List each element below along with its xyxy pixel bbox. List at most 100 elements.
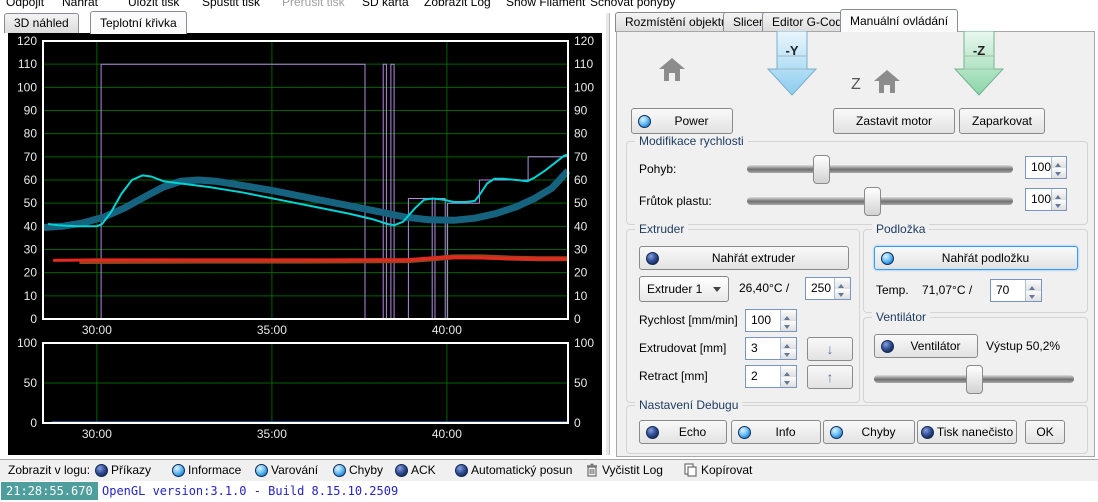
extruder-speed-value: 100	[746, 310, 780, 331]
spin-up-icon[interactable]	[781, 338, 796, 349]
power-led-icon	[638, 115, 651, 128]
stop-motor-button[interactable]: Zastavit motor	[833, 108, 955, 134]
svg-text:110: 110	[18, 57, 37, 71]
bed-group: Podložka Nahřát podložku Temp. 71,07°C /…	[863, 229, 1088, 313]
trash-icon	[586, 463, 598, 477]
spin-up-icon[interactable]	[1052, 189, 1066, 200]
spin-down-icon[interactable]	[781, 377, 796, 388]
spin-down-icon[interactable]	[1052, 168, 1066, 179]
flow-slider[interactable]	[747, 186, 1013, 216]
panel-splitter[interactable]	[606, 13, 610, 455]
log-toggle-autoscroll[interactable]: Automatický posun	[455, 463, 572, 477]
move-z-minus-arrow[interactable]	[953, 31, 1005, 97]
log-toggle-commands[interactable]: Příkazy	[95, 463, 151, 477]
power-button[interactable]: Power	[631, 108, 733, 134]
fan-slider[interactable]	[874, 364, 1074, 394]
debug-group: Nastavení Debugu Echo Info Chyby Tisk na…	[626, 405, 1088, 454]
menu-item-run-job[interactable]: Spustit tisk	[202, 0, 260, 9]
spin-up-icon[interactable]	[1026, 280, 1041, 291]
debug-group-title: Nastavení Debugu	[635, 398, 742, 412]
spin-up-icon[interactable]	[781, 310, 796, 321]
autoscroll-label: Automatický posun	[471, 463, 572, 477]
debug-errors-button[interactable]: Chyby	[823, 420, 915, 444]
extrude-amount-spinner[interactable]: 3	[745, 337, 797, 360]
debug-echo-button[interactable]: Echo	[639, 420, 727, 444]
autoscroll-led-icon	[455, 464, 468, 477]
heat-extruder-label: Nahřát extruder	[659, 251, 848, 265]
spin-up-icon[interactable]	[781, 366, 796, 377]
chevron-down-icon	[713, 287, 721, 296]
move-speed-label: Pohyb:	[639, 162, 676, 176]
svg-text:70: 70	[24, 150, 38, 164]
menu-item-load[interactable]: Nahrát	[62, 0, 98, 9]
svg-text:120: 120	[17, 34, 37, 48]
bed-temp-label: Temp.	[876, 283, 909, 297]
debug-ok-button[interactable]: OK	[1025, 420, 1065, 444]
svg-text:35:00: 35:00	[257, 427, 287, 441]
extrude-button[interactable]: ↓	[807, 337, 853, 361]
retract-amount-spinner[interactable]: 2	[745, 365, 797, 388]
clear-log-button[interactable]: Vyčistit Log	[586, 463, 663, 477]
svg-text:50: 50	[24, 376, 38, 390]
svg-text:0: 0	[574, 416, 581, 430]
move-speed-spinner[interactable]: 100	[1025, 156, 1067, 179]
menu-item-save-job[interactable]: Uložit tisk	[128, 0, 179, 9]
flow-value: 100	[1026, 189, 1051, 210]
extruder-current-temp: 26,40°C /	[739, 281, 789, 295]
retract-button[interactable]: ↑	[807, 365, 853, 389]
svg-text:100: 100	[17, 336, 37, 350]
move-speed-slider[interactable]	[747, 154, 1013, 184]
debug-errors-label: Chyby	[843, 425, 914, 439]
tab-3d-view[interactable]: 3D náhled	[4, 13, 79, 33]
extrude-label: Extrudovat [mm]	[639, 341, 726, 355]
echo-led-icon	[646, 426, 659, 439]
spin-down-icon[interactable]	[835, 289, 850, 300]
fan-button-label: Ventilátor	[894, 339, 977, 353]
menu-item-sd-card[interactable]: SD karta	[362, 0, 409, 9]
flow-spinner[interactable]: 100	[1025, 188, 1067, 211]
tab-temperature-curve[interactable]: Teplotní křivka	[90, 11, 187, 34]
fan-led-icon	[881, 340, 894, 353]
svg-text:40:00: 40:00	[432, 323, 462, 337]
menu-item-disconnect[interactable]: Odpojit	[6, 0, 44, 9]
flow-slider-thumb[interactable]	[864, 187, 881, 216]
spin-down-icon[interactable]	[781, 321, 796, 332]
menu-item-hide-travel[interactable]: Schovat pohyby	[590, 0, 675, 9]
tab-manual-control[interactable]: Manuální ovládání	[840, 9, 958, 32]
debug-dry-run-button[interactable]: Tisk nanečisto	[917, 420, 1017, 444]
copy-log-button[interactable]: Kopírovat	[684, 463, 752, 477]
heat-bed-button[interactable]: Nahřát podložku	[874, 246, 1078, 270]
manual-control-panel: -Y Z -Z Power Zastavit motor Zaparkovat …	[616, 31, 1095, 457]
spin-down-icon[interactable]	[781, 349, 796, 360]
park-button[interactable]: Zaparkovat	[959, 108, 1045, 134]
log-toggle-warnings[interactable]: Varování	[255, 463, 318, 477]
commands-led-icon	[95, 464, 108, 477]
heat-extruder-button[interactable]: Nahřát extruder	[639, 246, 849, 270]
svg-text:0: 0	[30, 312, 37, 326]
fan-output-label: Výstup 50,2%	[986, 339, 1060, 353]
extruder-target-spinner[interactable]: 250	[805, 277, 851, 300]
move-y-minus-arrow[interactable]	[766, 31, 818, 97]
debug-dry-run-label: Tisk nanečisto	[934, 425, 1016, 439]
temperature-chart: 0010102020303040405050606070708080909010…	[8, 33, 602, 455]
tab-object-placement[interactable]: Rozmístění objektů	[615, 12, 738, 32]
log-toggle-ack[interactable]: ACK	[395, 463, 436, 477]
fan-button[interactable]: Ventilátor	[874, 334, 978, 358]
move-speed-slider-thumb[interactable]	[813, 155, 830, 184]
extruder-speed-spinner[interactable]: 100	[745, 309, 797, 332]
extruder-select[interactable]: Extruder 1	[639, 276, 729, 302]
spin-up-icon[interactable]	[1052, 157, 1066, 168]
svg-text:50: 50	[574, 376, 588, 390]
fan-slider-thumb[interactable]	[966, 365, 983, 394]
spin-up-icon[interactable]	[835, 278, 850, 289]
menu-item-toggle-log[interactable]: Zobrazit Log	[424, 0, 491, 9]
spin-down-icon[interactable]	[1026, 291, 1041, 302]
spin-down-icon[interactable]	[1052, 200, 1066, 211]
log-toggle-errors[interactable]: Chyby	[333, 463, 383, 477]
log-toggle-info[interactable]: Informace	[172, 463, 241, 477]
home-all-icon[interactable]	[658, 56, 686, 83]
bed-target-spinner[interactable]: 70	[990, 279, 1042, 302]
debug-info-button[interactable]: Info	[731, 420, 821, 444]
menu-item-show-filament[interactable]: Show Filament	[506, 0, 585, 9]
home-z-icon[interactable]	[873, 68, 901, 95]
